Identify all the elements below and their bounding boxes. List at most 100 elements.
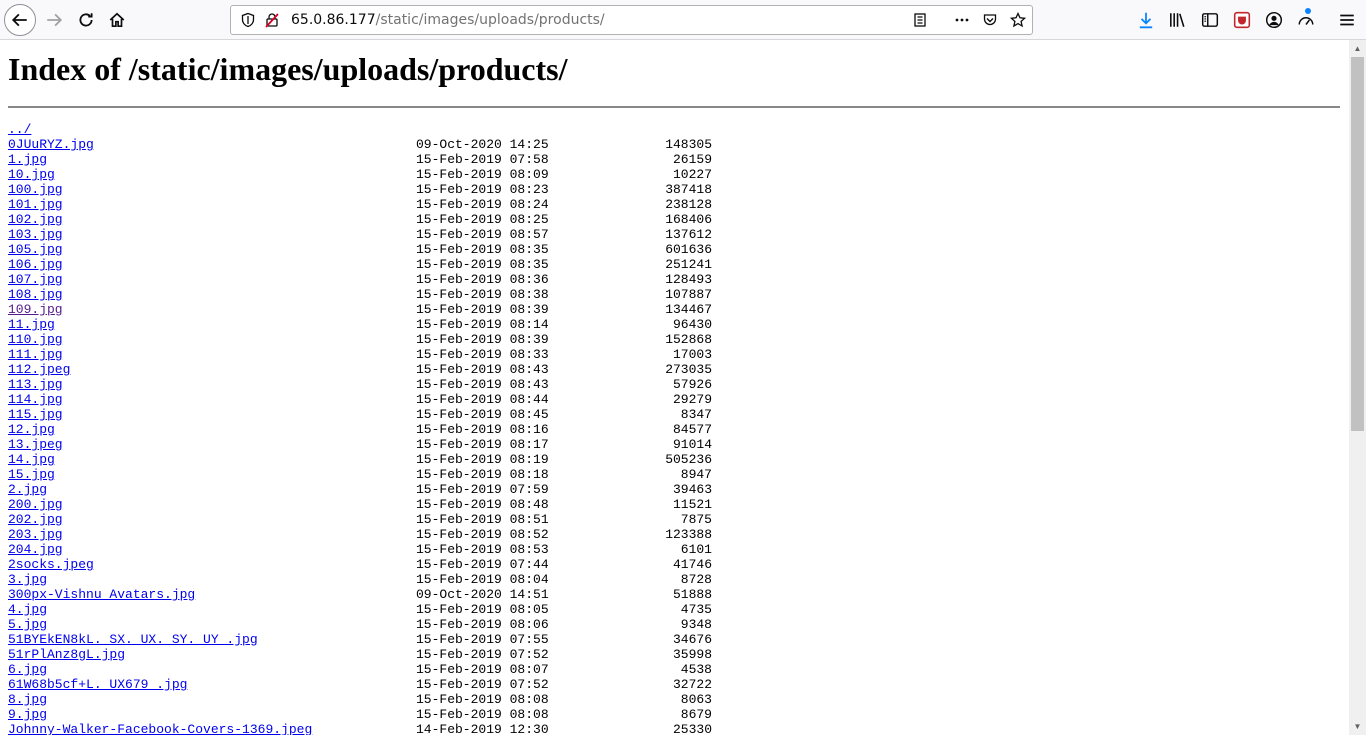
- file-link[interactable]: 108.jpg: [8, 287, 63, 302]
- file-link[interactable]: 2socks.jpeg: [8, 557, 94, 572]
- account-button[interactable]: [1260, 6, 1288, 34]
- bookmark-star-icon[interactable]: [1009, 11, 1027, 29]
- file-size: 29279: [672, 392, 712, 407]
- address-bar[interactable]: 65.0.86.177/static/images/uploads/produc…: [230, 5, 1033, 35]
- more-actions-icon[interactable]: [953, 11, 971, 29]
- file-link[interactable]: 3.jpg: [8, 572, 47, 587]
- file-link[interactable]: 115.jpg: [8, 407, 63, 422]
- file-link[interactable]: 100.jpg: [8, 182, 63, 197]
- reload-icon: [79, 13, 93, 27]
- file-link[interactable]: Johnny-Walker-Facebook-Covers-1369.jpeg: [8, 722, 312, 735]
- file-size: 601636: [665, 242, 712, 257]
- file-link[interactable]: 200.jpg: [8, 497, 63, 512]
- parent-directory-link[interactable]: ../: [8, 122, 31, 137]
- file-row: 113.jpg 15-Feb-2019 08:43 57926: [8, 377, 728, 392]
- file-link[interactable]: 8.jpg: [8, 692, 47, 707]
- file-link[interactable]: 6.jpg: [8, 662, 47, 677]
- file-link[interactable]: 5.jpg: [8, 617, 47, 632]
- file-date: 15-Feb-2019 07:44: [416, 557, 549, 572]
- file-link[interactable]: 113.jpg: [8, 377, 63, 392]
- file-link[interactable]: 105.jpg: [8, 242, 63, 257]
- file-link[interactable]: 111.jpg: [8, 347, 63, 362]
- url-text[interactable]: 65.0.86.177/static/images/uploads/produc…: [291, 12, 605, 28]
- file-link[interactable]: 109.jpg: [8, 302, 63, 317]
- page-content: Index of /static/images/uploads/products…: [0, 40, 1349, 735]
- file-link[interactable]: 112.jpeg: [8, 362, 70, 377]
- file-link[interactable]: 110.jpg: [8, 332, 63, 347]
- file-link[interactable]: 51rPlAnz8gL.jpg: [8, 647, 125, 662]
- file-row: 110.jpg 15-Feb-2019 08:39 152868: [8, 332, 728, 347]
- file-link[interactable]: 2.jpg: [8, 482, 47, 497]
- file-row: 102.jpg 15-Feb-2019 08:25 168406: [8, 212, 728, 227]
- file-link[interactable]: 61W68b5cf+L._UX679_.jpg: [8, 677, 187, 692]
- reader-view-icon[interactable]: [911, 11, 929, 29]
- file-link[interactable]: 101.jpg: [8, 197, 63, 212]
- file-row: 115.jpg 15-Feb-2019 08:45 8347: [8, 407, 728, 422]
- file-size: 34676: [672, 632, 712, 647]
- file-link[interactable]: 204.jpg: [8, 542, 63, 557]
- file-link[interactable]: 1.jpg: [8, 152, 47, 167]
- home-icon: [109, 12, 125, 28]
- forward-button[interactable]: [40, 6, 68, 34]
- file-link[interactable]: 9.jpg: [8, 707, 47, 722]
- file-date: 15-Feb-2019 07:55: [416, 632, 549, 647]
- scroll-down-arrow-icon[interactable]: ▼: [1349, 718, 1366, 735]
- file-size: 4538: [680, 662, 712, 677]
- file-row: 6.jpg 15-Feb-2019 08:07 4538: [8, 662, 728, 677]
- file-date: 15-Feb-2019 08:53: [416, 542, 549, 557]
- insecure-lock-icon[interactable]: [263, 11, 281, 29]
- file-row: Johnny-Walker-Facebook-Covers-1369.jpeg 1…: [8, 722, 728, 735]
- file-link[interactable]: 107.jpg: [8, 272, 63, 287]
- reload-button[interactable]: [72, 6, 100, 34]
- file-link[interactable]: 12.jpg: [8, 422, 55, 437]
- pocket-icon[interactable]: [981, 11, 999, 29]
- back-button[interactable]: [4, 4, 36, 36]
- scroll-up-arrow-icon[interactable]: ▲: [1349, 40, 1366, 57]
- file-row: 5.jpg 15-Feb-2019 08:06 9348: [8, 617, 728, 632]
- file-date: 15-Feb-2019 08:43: [416, 362, 549, 377]
- sidebar-button[interactable]: [1196, 6, 1224, 34]
- file-row: 114.jpg 15-Feb-2019 08:44 29279: [8, 392, 728, 407]
- file-link[interactable]: 51BYEkEN8kL._SX._UX._SY._UY_.jpg: [8, 632, 258, 647]
- menu-button[interactable]: [1333, 6, 1361, 34]
- file-row: 8.jpg 15-Feb-2019 08:08 8063: [8, 692, 728, 707]
- file-row: 0JUuRYZ.jpg 09-Oct-2020 14:25 148305: [8, 137, 728, 152]
- file-row: 1.jpg 15-Feb-2019 07:58 26159: [8, 152, 728, 167]
- file-row: 12.jpg 15-Feb-2019 08:16 84577: [8, 422, 728, 437]
- file-size: 17003: [672, 347, 712, 362]
- file-date: 15-Feb-2019 08:24: [416, 197, 549, 212]
- extension-button[interactable]: [1228, 6, 1256, 34]
- file-size: 123388: [665, 527, 712, 542]
- home-button[interactable]: [103, 6, 131, 34]
- file-link[interactable]: 114.jpg: [8, 392, 63, 407]
- scrollbar-thumb[interactable]: [1351, 57, 1364, 431]
- file-link[interactable]: 11.jpg: [8, 317, 55, 332]
- browser-toolbar: 65.0.86.177/static/images/uploads/produc…: [0, 0, 1366, 40]
- file-date: 15-Feb-2019 07:52: [416, 677, 549, 692]
- downloads-button[interactable]: [1132, 6, 1160, 34]
- file-link[interactable]: 203.jpg: [8, 527, 63, 542]
- file-size: 6101: [680, 542, 712, 557]
- file-link[interactable]: 4.jpg: [8, 602, 47, 617]
- file-link[interactable]: 103.jpg: [8, 227, 63, 242]
- file-date: 15-Feb-2019 08:25: [416, 212, 549, 227]
- library-button[interactable]: [1163, 6, 1191, 34]
- file-row: 200.jpg 15-Feb-2019 08:48 11521: [8, 497, 728, 512]
- file-link[interactable]: 300px-Vishnu_Avatars.jpg: [8, 587, 195, 602]
- file-link[interactable]: 202.jpg: [8, 512, 63, 527]
- file-link[interactable]: 102.jpg: [8, 212, 63, 227]
- extension-gauge-button[interactable]: [1292, 6, 1320, 34]
- file-date: 15-Feb-2019 08:07: [416, 662, 549, 677]
- file-date: 09-Oct-2020 14:51: [416, 587, 549, 602]
- file-link[interactable]: 10.jpg: [8, 167, 55, 182]
- vertical-scrollbar[interactable]: ▲ ▼: [1349, 40, 1366, 735]
- file-link[interactable]: 14.jpg: [8, 452, 55, 467]
- file-link[interactable]: 106.jpg: [8, 257, 63, 272]
- file-listing: ../ 0JUuRYZ.jpg 09-Oct-2020 14:25 148305 1.…: [8, 122, 728, 735]
- file-link[interactable]: 0JUuRYZ.jpg: [8, 137, 94, 152]
- shield-icon[interactable]: [239, 11, 257, 29]
- file-link[interactable]: 13.jpeg: [8, 437, 63, 452]
- file-row: 112.jpeg 15-Feb-2019 08:43 273035: [8, 362, 728, 377]
- file-date: 15-Feb-2019 08:04: [416, 572, 549, 587]
- file-link[interactable]: 15.jpg: [8, 467, 55, 482]
